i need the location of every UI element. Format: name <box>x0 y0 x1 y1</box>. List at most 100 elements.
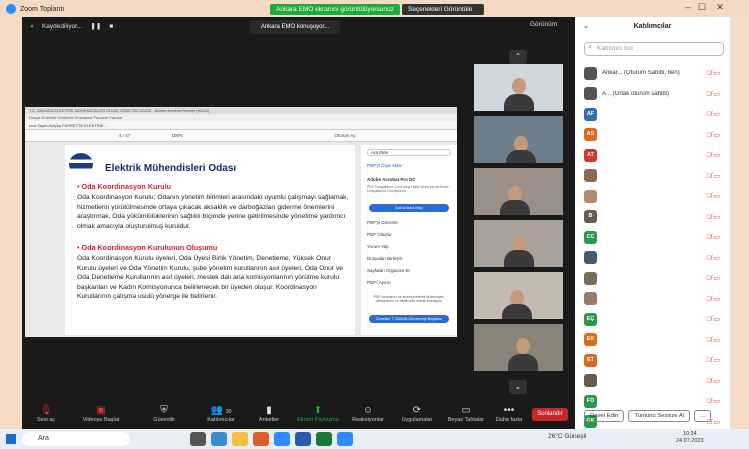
polls-button[interactable]: ▮ Anketler <box>246 402 292 429</box>
chevron-down-icon[interactable]: ⌄ <box>509 380 527 394</box>
mic-muted-icon[interactable]: 🎙̸ ▭ <box>706 356 720 364</box>
participant-row[interactable]: FÖ 🎙̸ ▭ <box>584 391 724 412</box>
participant-row[interactable]: 🎙̸ ▭ <box>584 248 724 269</box>
mic-muted-icon[interactable]: 🎙̸ ▭ <box>706 377 720 385</box>
participant-row[interactable]: AT 🎙̸ ▭ <box>584 145 724 166</box>
participant-row[interactable]: ET 🎙̸ ▭ <box>584 350 724 371</box>
emo-logo-icon <box>69 153 93 175</box>
whiteboards-button[interactable]: ▭ Beyaz Tahtalar <box>442 402 490 429</box>
excel-icon[interactable] <box>316 432 332 446</box>
participant-video <box>516 338 530 354</box>
view-options-button[interactable]: Seçenekleri Görüntüle <box>402 4 484 15</box>
avatar <box>584 189 597 203</box>
shield-icon[interactable]: ● <box>30 23 34 30</box>
participant-row[interactable]: 🎙̸ ▭ <box>584 371 724 392</box>
video-tile[interactable] <box>474 272 563 319</box>
mic-muted-icon[interactable]: 🎙̸ ▭ <box>706 213 720 221</box>
participants-button[interactable]: 👥 30 Katılımcılar <box>196 402 246 429</box>
participant-row[interactable]: AS 🎙̸ ▭ <box>584 125 724 146</box>
trial-button: Ücretsiz 7 Günlük Denemeyi Başlatın <box>369 315 449 323</box>
sharing-banner: Ankara EMO ekranını görüntülüyorsunuz <box>270 4 400 15</box>
clock[interactable]: 10:34 24.07.2023 <box>676 431 704 445</box>
invite-button[interactable]: Davet Edin <box>584 410 625 422</box>
avatar: EK <box>584 333 597 347</box>
zoom-level: 100% <box>171 133 184 138</box>
avatar: AF <box>584 107 597 121</box>
participant-row[interactable]: EÇ 🎙̸ ▭ <box>584 309 724 330</box>
task-view-icon[interactable] <box>190 432 206 446</box>
avatar <box>584 374 597 388</box>
more-button[interactable]: ••• Daha fazla <box>490 402 528 429</box>
apps-button[interactable]: ⟳ Uygulamalar <box>392 402 442 429</box>
video-tile[interactable] <box>474 64 563 111</box>
participant-row[interactable]: 🎙̸ ▭ <box>584 289 724 310</box>
video-tile[interactable] <box>474 168 563 215</box>
start-video-button[interactable]: ▣ Videoyu Başlat <box>70 402 132 429</box>
panel-title: Katılımcılar <box>633 23 672 30</box>
participant-row[interactable]: AF 🎙̸ ▭ <box>584 104 724 125</box>
promo-text: PDF Dosyalarını Çevirmeyi Hizla Word ya … <box>367 185 449 193</box>
participant-row[interactable]: 🎙̸ ▭ <box>584 268 724 289</box>
end-meeting-button[interactable]: Sonlandır <box>532 408 568 421</box>
mic-muted-icon[interactable]: 🎙̸ ▭ <box>706 274 720 282</box>
explorer-icon[interactable] <box>232 432 248 446</box>
video-tile[interactable] <box>474 220 563 267</box>
firefox-icon[interactable] <box>253 432 269 446</box>
mic-muted-icon[interactable]: 🎙̸ ▭ <box>706 254 720 262</box>
mic-muted-icon[interactable]: 🎙̸ ▭ <box>706 295 720 303</box>
participant-video <box>512 78 526 94</box>
tool-split: PDF'i Ayırın <box>367 280 391 285</box>
participant-row[interactable]: CC 🎙̸ ▭ <box>584 227 724 248</box>
video-tile[interactable] <box>474 324 563 371</box>
participant-row[interactable]: B 🎙̸ ▭ <box>584 207 724 228</box>
more-options-button[interactable]: ... <box>693 410 711 422</box>
view-button[interactable]: Görünüm <box>530 21 557 28</box>
mic-muted-icon[interactable]: 🎙̸ ▭ <box>706 192 720 200</box>
promo-title: Adobe Acrobat Pro DC <box>367 177 416 182</box>
zoom-icon[interactable] <box>274 432 290 446</box>
video-tile[interactable] <box>474 116 563 163</box>
stop-icon[interactable]: ■ <box>109 23 113 30</box>
participant-search-input[interactable]: Katılımcı bul <box>584 42 724 56</box>
chevron-down-icon[interactable]: ⌄ <box>583 22 589 30</box>
mic-muted-icon[interactable]: 🎙̸ ▭ <box>706 315 720 323</box>
mic-muted-icon[interactable]: 🎙̸ ▭ <box>706 336 720 344</box>
edge-icon[interactable] <box>211 432 227 446</box>
panel-note: PDF formlarını ve sözleşmelerini düzenle… <box>373 295 445 303</box>
mute-all-button[interactable]: Tümünü Sessize Al <box>628 410 690 422</box>
whiteboard-icon: ▭ <box>461 405 471 416</box>
windows-start-icon[interactable] <box>6 434 16 444</box>
mic-muted-icon[interactable]: 🎙̸ ▭ <box>706 151 720 159</box>
mic-muted-icon[interactable]: 🎙̸ ▭ <box>706 110 720 118</box>
security-button[interactable]: ⛨ Güvenlik <box>132 402 196 429</box>
participant-row[interactable]: 🎙̸ ▭ <box>584 166 724 187</box>
participant-row[interactable]: EK 🎙̸ ▭ <box>584 330 724 351</box>
pause-icon[interactable]: ❚❚ <box>90 22 101 30</box>
word-icon[interactable] <box>295 432 311 446</box>
unmute-button[interactable]: 🎙 Sesi aç <box>22 402 70 429</box>
tool-comment: Yorum Yap <box>367 244 389 249</box>
mic-muted-icon[interactable]: 🎙̸ ▭ <box>706 397 720 405</box>
acrobat-tabs: Ana Sayfa Araçlar FAHRETTE ELEKTRİK... <box>25 121 457 130</box>
avatar: CC <box>584 230 597 244</box>
participant-row[interactable]: 🎙̸ ▭ <box>584 186 724 207</box>
active-speaker-label: Ankara EMO konuşuyor... <box>250 20 340 34</box>
meeting-icon[interactable] <box>337 432 353 446</box>
reactions-button[interactable]: ☺ Reaksiyonlar <box>344 402 392 429</box>
chevron-up-icon[interactable]: ⌃ <box>509 50 527 64</box>
mic-muted-icon[interactable]: 🎙̸ ▭ <box>706 90 720 98</box>
close-icon[interactable]: ✕ <box>712 2 728 13</box>
maximize-icon[interactable]: ☐ <box>694 2 710 13</box>
mic-muted-icon[interactable]: 🎙̸ ▭ <box>706 69 720 77</box>
participant-row[interactable]: Ankar... (Oturum Sahibi, ben) 🎙̸ ▭ <box>584 63 724 84</box>
mic-muted-icon[interactable]: 🎙̸ ▭ <box>706 233 720 241</box>
recording-status[interactable]: Kaydediliyor... <box>42 23 82 30</box>
bar-chart-icon: ▮ <box>266 405 272 416</box>
taskbar-search[interactable]: Ara <box>22 432 130 446</box>
share-screen-button[interactable]: ⬆ Ekranı Paylaşma <box>292 402 344 429</box>
mic-muted-icon[interactable]: 🎙̸ ▭ <box>706 172 720 180</box>
participant-name: Ankar... (Oturum Sahibi, ben) <box>602 70 680 77</box>
mic-muted-icon[interactable]: 🎙̸ ▭ <box>706 131 720 139</box>
participant-row[interactable]: A... (Ortak oturum sahibi) 🎙̸ ▭ <box>584 84 724 105</box>
weather-widget[interactable]: 26°C Güneşli <box>548 433 586 440</box>
